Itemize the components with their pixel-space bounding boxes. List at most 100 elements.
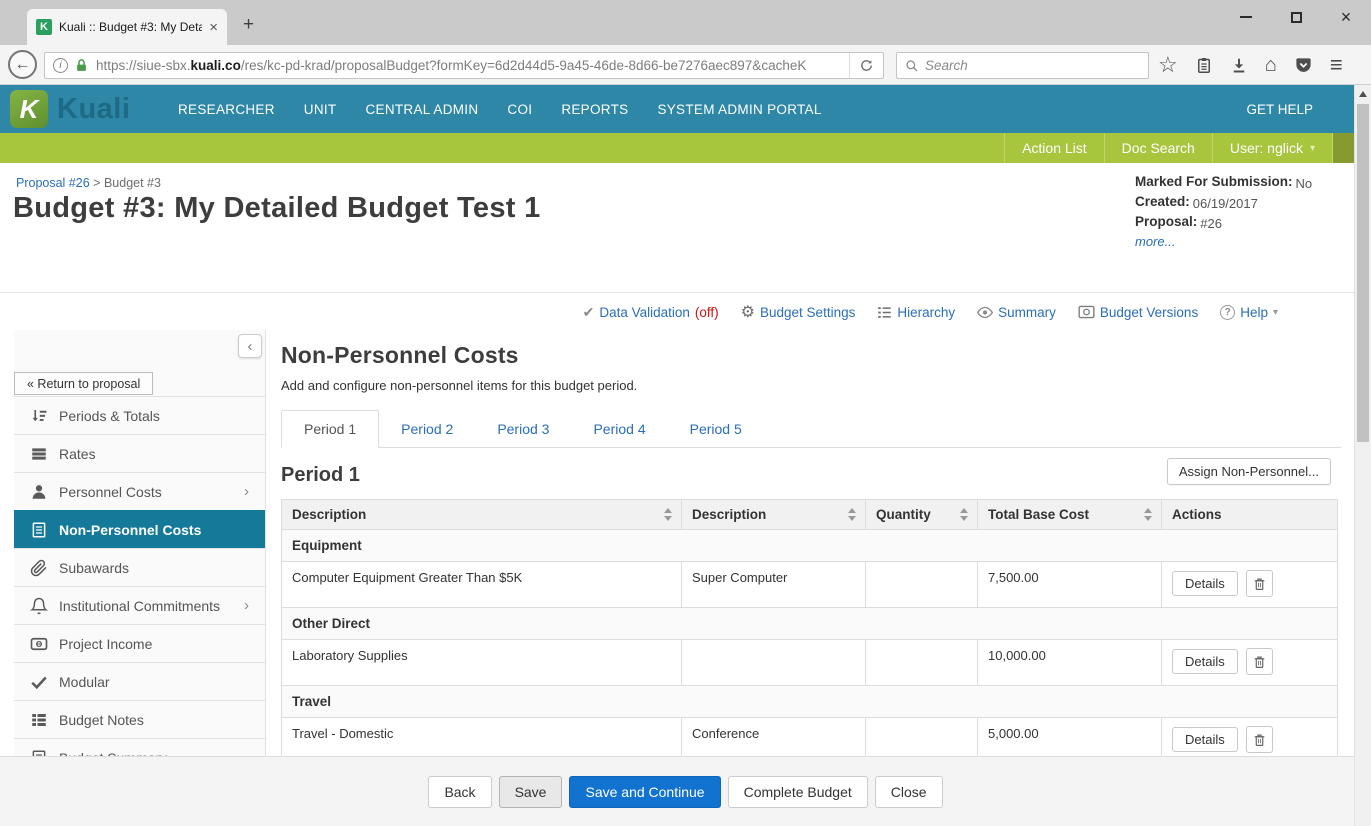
- complete-budget-button[interactable]: Complete Budget: [727, 775, 868, 808]
- chevron-right-icon: ›: [244, 597, 249, 614]
- nav-coi[interactable]: COI: [507, 102, 532, 117]
- sort-icon[interactable]: [1144, 507, 1152, 521]
- search-bar[interactable]: [896, 52, 1149, 79]
- person-icon: [32, 484, 46, 499]
- budget-sidebar: ‹ « Return to proposal Periods & Totals …: [14, 330, 266, 756]
- data-validation-label: Data Validation: [599, 304, 690, 320]
- col-description-1[interactable]: Description: [281, 499, 682, 530]
- sidebar-item-periods-totals[interactable]: Periods & Totals: [14, 396, 265, 434]
- nav-researcher[interactable]: RESEARCHER: [178, 102, 275, 117]
- trash-icon: [1254, 578, 1265, 590]
- group-row-other-direct: Other Direct: [281, 607, 1338, 640]
- window-close-button[interactable]: ×: [1321, 0, 1371, 34]
- budget-versions-action[interactable]: Budget Versions: [1078, 305, 1198, 320]
- delete-button[interactable]: [1245, 648, 1273, 675]
- url-bar[interactable]: i https://siue-sbx.kuali.co/res/kc-pd-kr…: [44, 52, 884, 79]
- page-info-icon[interactable]: i: [53, 58, 68, 73]
- nav-system-admin-portal[interactable]: SYSTEM ADMIN PORTAL: [657, 102, 821, 117]
- back-button[interactable]: ←: [8, 50, 37, 79]
- col-description-2[interactable]: Description: [681, 499, 866, 530]
- sort-icon[interactable]: [960, 507, 968, 521]
- sidebar-item-rates[interactable]: Rates: [14, 434, 265, 472]
- cell-detail: Super Computer: [681, 561, 866, 608]
- save-and-continue-button[interactable]: Save and Continue: [569, 775, 721, 808]
- search-input[interactable]: [925, 58, 1140, 73]
- data-validation-action[interactable]: ✔ Data Validation (off): [583, 304, 719, 321]
- scrollbar-thumb[interactable]: [1357, 104, 1369, 442]
- tab-period-2[interactable]: Period 2: [379, 410, 475, 447]
- get-help-link[interactable]: GET HELP: [1246, 85, 1313, 133]
- kuali-header: K Kuali RESEARCHER UNIT CENTRAL ADMIN CO…: [0, 85, 1371, 133]
- page-scrollbar[interactable]: [1354, 85, 1371, 826]
- nav-unit[interactable]: UNIT: [304, 102, 337, 117]
- reload-button[interactable]: [849, 53, 883, 78]
- group-label: Equipment: [281, 529, 1338, 562]
- window-maximize-button[interactable]: [1271, 0, 1321, 34]
- tab-period-3[interactable]: Period 3: [475, 410, 571, 447]
- sidebar-item-label: Modular: [59, 673, 110, 690]
- nav-central-admin[interactable]: CENTRAL ADMIN: [365, 102, 478, 117]
- sidebar-item-label: Non-Personnel Costs: [59, 521, 202, 538]
- sidebar-item-project-income[interactable]: 0 Project Income: [14, 624, 265, 662]
- col-actions: Actions: [1161, 499, 1338, 530]
- sidebar-item-personnel-costs[interactable]: Personnel Costs ›: [14, 472, 265, 510]
- pocket-icon[interactable]: [1294, 56, 1313, 75]
- tab-period-1[interactable]: Period 1: [281, 410, 380, 448]
- summary-action[interactable]: Summary: [977, 305, 1056, 320]
- sidebar-item-budget-summary[interactable]: Budget Summary: [14, 738, 265, 756]
- hierarchy-action[interactable]: Hierarchy: [877, 305, 955, 320]
- page-title: Budget #3: My Detailed Budget Test 1: [13, 192, 541, 224]
- delete-button[interactable]: [1245, 570, 1273, 597]
- sidebar-item-subawards[interactable]: Subawards: [14, 548, 265, 586]
- sidebar-item-modular[interactable]: Modular: [14, 662, 265, 700]
- budget-settings-action[interactable]: ⚙ Budget Settings: [741, 302, 856, 322]
- sidebar-item-non-personnel-costs[interactable]: Non-Personnel Costs: [14, 510, 265, 548]
- assign-non-personnel-button[interactable]: Assign Non-Personnel...: [1166, 458, 1331, 485]
- browser-tab[interactable]: K Kuali :: Budget #3: My Detail ×: [27, 9, 227, 45]
- currency-badge-icon: 0: [30, 637, 48, 650]
- help-menu[interactable]: ? Help ▾: [1220, 304, 1278, 320]
- tab-period-5[interactable]: Period 5: [668, 410, 764, 447]
- delete-button[interactable]: [1245, 726, 1273, 753]
- back-button-footer[interactable]: Back: [428, 775, 492, 808]
- cell-detail: [681, 639, 866, 686]
- maximize-icon: [1290, 11, 1302, 23]
- tab-close-icon[interactable]: ×: [209, 19, 218, 36]
- bookmarks-clipboard-icon[interactable]: [1195, 56, 1213, 75]
- action-list-link[interactable]: Action List: [1004, 133, 1104, 163]
- doc-search-link[interactable]: Doc Search: [1103, 133, 1212, 163]
- bookmark-star-icon[interactable]: ☆: [1158, 54, 1178, 76]
- details-button[interactable]: Details: [1172, 727, 1238, 752]
- cell-item: Computer Equipment Greater Than $5K: [281, 561, 682, 608]
- scrollbar-up-arrow[interactable]: [1355, 85, 1371, 102]
- hamburger-menu-icon[interactable]: ≡: [1330, 54, 1343, 76]
- sidebar-item-budget-notes[interactable]: Budget Notes: [14, 700, 265, 738]
- save-button[interactable]: Save: [498, 775, 563, 808]
- details-button[interactable]: Details: [1172, 649, 1238, 674]
- section-description: Add and configure non-personnel items fo…: [281, 378, 638, 393]
- sort-icon[interactable]: [664, 507, 672, 521]
- home-icon[interactable]: ⌂: [1265, 55, 1277, 75]
- breadcrumb-proposal-link[interactable]: Proposal #26: [16, 176, 90, 190]
- sidebar-item-label: Project Income: [59, 635, 153, 652]
- col-total-base-cost[interactable]: Total Base Cost: [977, 499, 1162, 530]
- summary-document-icon: [32, 750, 46, 756]
- col-quantity[interactable]: Quantity: [865, 499, 978, 530]
- downloads-icon[interactable]: [1230, 56, 1248, 75]
- tab-period-4[interactable]: Period 4: [571, 410, 667, 447]
- sort-icon[interactable]: [848, 507, 856, 521]
- details-button[interactable]: Details: [1172, 571, 1238, 596]
- breadcrumb-separator: >: [93, 176, 101, 190]
- more-link[interactable]: more...: [1135, 234, 1345, 249]
- kuali-logo[interactable]: K: [10, 90, 48, 128]
- sidebar-collapse-button[interactable]: ‹: [238, 334, 262, 358]
- user-menu[interactable]: User: nglick ▾: [1211, 133, 1332, 163]
- new-tab-button[interactable]: +: [243, 14, 254, 36]
- help-label: Help: [1240, 304, 1268, 320]
- close-button[interactable]: Close: [874, 775, 943, 808]
- nav-reports[interactable]: REPORTS: [561, 102, 628, 117]
- sidebar-item-institutional-commitments[interactable]: Institutional Commitments ›: [14, 586, 265, 624]
- return-to-proposal-button[interactable]: « Return to proposal: [14, 372, 154, 395]
- group-label: Travel: [281, 685, 1338, 718]
- window-minimize-button[interactable]: [1221, 0, 1271, 34]
